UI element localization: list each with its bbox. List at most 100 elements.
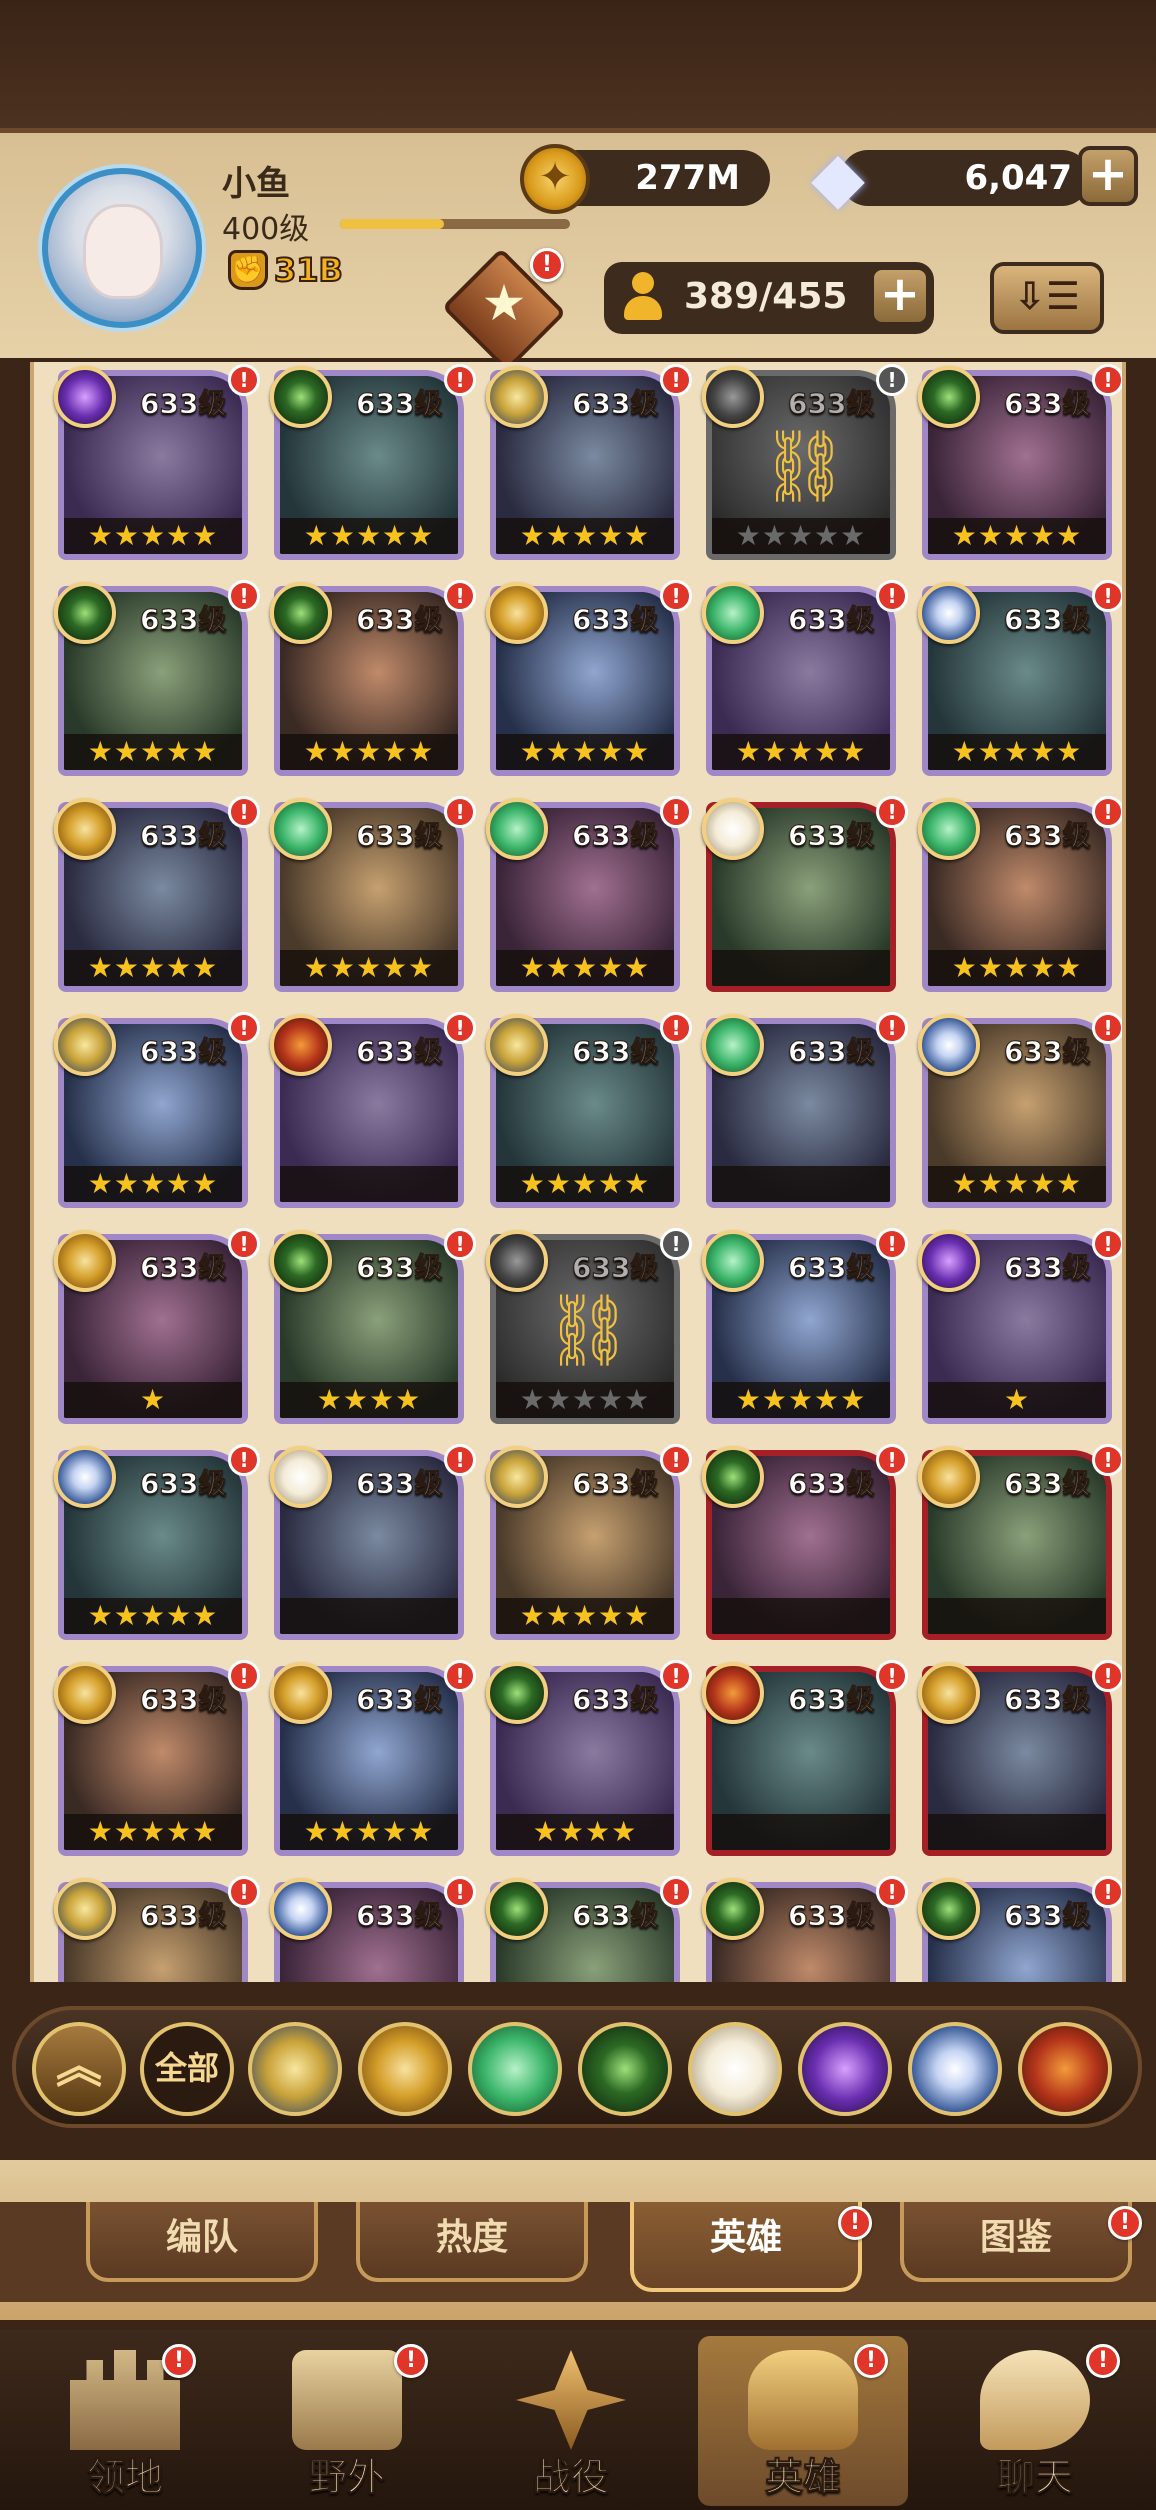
dimensional-faction-icon <box>270 1878 332 1940</box>
hero-alert-badge: ! <box>876 364 908 396</box>
hero-alert-badge: ! <box>228 1228 260 1260</box>
hero-stars: ★★★★★ <box>928 734 1106 770</box>
player-level: 400级 <box>222 212 310 247</box>
hero-level: 633级 <box>139 1251 227 1285</box>
player-name: 小鱼 <box>222 164 290 204</box>
graveborn-faction-icon <box>486 1878 548 1940</box>
graveborn-faction-icon <box>702 1446 764 1508</box>
hero-alert-badge: ! <box>228 364 260 396</box>
filter-lightbearer-icon[interactable] <box>248 2022 342 2116</box>
nav-territory[interactable]: 领地 <box>20 2336 230 2506</box>
hero-level: 633级 <box>1003 1251 1091 1285</box>
gear-faction-icon <box>486 582 548 644</box>
tab-heroes[interactable]: 英雄 <box>630 2202 862 2292</box>
collapse-filter-button[interactable]: ︽ <box>32 2022 126 2116</box>
hero-stars: ★★★★★ <box>496 1166 674 1202</box>
hero-level: 633级 <box>571 1467 659 1501</box>
hero-stars <box>712 1598 890 1634</box>
hero-level: 633级 <box>571 819 659 853</box>
mauler-faction-icon <box>270 1014 332 1076</box>
hero-stars: ★★★★★ <box>712 518 890 554</box>
chat-bubble-icon <box>980 2350 1090 2450</box>
hero-level: 633级 <box>355 1467 443 1501</box>
hero-stars <box>280 1598 458 1634</box>
add-diamonds-button[interactable]: + <box>1078 146 1138 206</box>
territory-badge: ! <box>162 2344 196 2378</box>
hero-level: 633级 <box>571 603 659 637</box>
hero-alert-badge: ! <box>876 1876 908 1908</box>
gear-faction-icon <box>54 1230 116 1292</box>
power-display: ✊ 31B <box>228 250 344 290</box>
hero-level: 633级 <box>139 1035 227 1069</box>
hero-stars: ★★★★★ <box>280 734 458 770</box>
hero-level: 633级 <box>787 1035 875 1069</box>
hero-level: 633级 <box>1003 1467 1091 1501</box>
hero-level: 633级 <box>787 1467 875 1501</box>
hero-level: 633级 <box>1003 1035 1091 1069</box>
player-avatar[interactable] <box>42 168 202 328</box>
hero-stars <box>712 1814 890 1850</box>
tab-popularity[interactable]: 热度 <box>356 2202 588 2282</box>
hero-level: 633级 <box>787 1251 875 1285</box>
nav-campaign[interactable]: 战役 <box>466 2336 676 2506</box>
hero-level: 633级 <box>1003 819 1091 853</box>
filter-dimensional-icon[interactable] <box>908 2022 1002 2116</box>
filter-graveborn-icon[interactable] <box>578 2022 672 2116</box>
hero-stars <box>280 1166 458 1202</box>
hero-level: 633级 <box>355 1035 443 1069</box>
filter-all-button[interactable]: 全部 <box>140 2022 234 2116</box>
graveborn-faction-icon <box>270 366 332 428</box>
hero-level: 633级 <box>139 387 227 421</box>
hero-alert-badge: ! <box>444 1012 476 1044</box>
gold-value: 277M <box>635 158 740 198</box>
graveborn-faction-icon <box>702 1878 764 1940</box>
hero-alert-badge: ! <box>660 1444 692 1476</box>
hero-stars <box>712 1166 890 1202</box>
hero-level: 633级 <box>139 819 227 853</box>
filter-celestial-icon[interactable] <box>688 2022 782 2116</box>
filter-mauler-icon[interactable] <box>1018 2022 1112 2116</box>
hero-alert-badge: ! <box>1092 1444 1122 1476</box>
lightbearer-faction-icon <box>486 1446 548 1508</box>
hero-stars: ★★★★★ <box>280 1814 458 1850</box>
xp-bar <box>340 219 570 229</box>
hero-stars: ★★★★★ <box>280 950 458 986</box>
hero-alert-badge: ! <box>444 796 476 828</box>
diamond-icon: ◆ <box>811 136 865 218</box>
hero-alert-badge: ! <box>660 364 692 396</box>
wilder-faction-icon <box>270 798 332 860</box>
sort-button[interactable]: ⇩☰ <box>990 262 1104 334</box>
filter-hypogean-icon[interactable] <box>798 2022 892 2116</box>
graveborn-faction-icon <box>270 1230 332 1292</box>
hero-alert-badge: ! <box>228 1876 260 1908</box>
hero-stars: ★★★★★ <box>496 734 674 770</box>
celestial-faction-icon <box>702 798 764 860</box>
hero-alert-badge: ! <box>876 580 908 612</box>
fist-icon: ✊ <box>228 250 268 290</box>
tab-formation[interactable]: 编队 <box>86 2202 318 2282</box>
hero-alert-badge: ! <box>660 1876 692 1908</box>
hero-level: 633级 <box>787 1683 875 1717</box>
tab-codex[interactable]: 图鉴 <box>900 2202 1132 2282</box>
lightbearer-faction-icon <box>54 1878 116 1940</box>
filter-gear-icon[interactable] <box>358 2022 452 2116</box>
graveborn-faction-icon <box>918 1878 980 1940</box>
add-hero-slots-button[interactable]: + <box>870 266 930 326</box>
hero-stars <box>712 950 890 986</box>
nav-territory-label: 领地 <box>86 2455 163 2500</box>
hero-level: 633级 <box>1003 1683 1091 1717</box>
codex-tab-badge: ! <box>1108 2206 1142 2240</box>
nav-campaign-label: 战役 <box>532 2455 609 2500</box>
chat-badge: ! <box>1086 2344 1120 2378</box>
hero-level: 633级 <box>571 387 659 421</box>
hero-stars: ★ <box>928 1382 1106 1418</box>
hero-stars: ★★★★★ <box>712 1382 890 1418</box>
nav-field-label: 野外 <box>308 2455 385 2500</box>
filter-wilder-icon[interactable] <box>468 2022 562 2116</box>
hero-stars: ★★★★★ <box>64 734 242 770</box>
hero-grid: 633级 ★★★★★! 633级 ★★★★★! 633级 ★★★★★! 633级 ⛓ ★★★★★… <box>30 362 1126 1982</box>
hero-alert-badge: ! <box>444 580 476 612</box>
faction-filter-bar: ︽ 全部 <box>12 2006 1142 2128</box>
hero-level: 633级 <box>355 1251 443 1285</box>
star-icon: ★ <box>481 274 527 332</box>
